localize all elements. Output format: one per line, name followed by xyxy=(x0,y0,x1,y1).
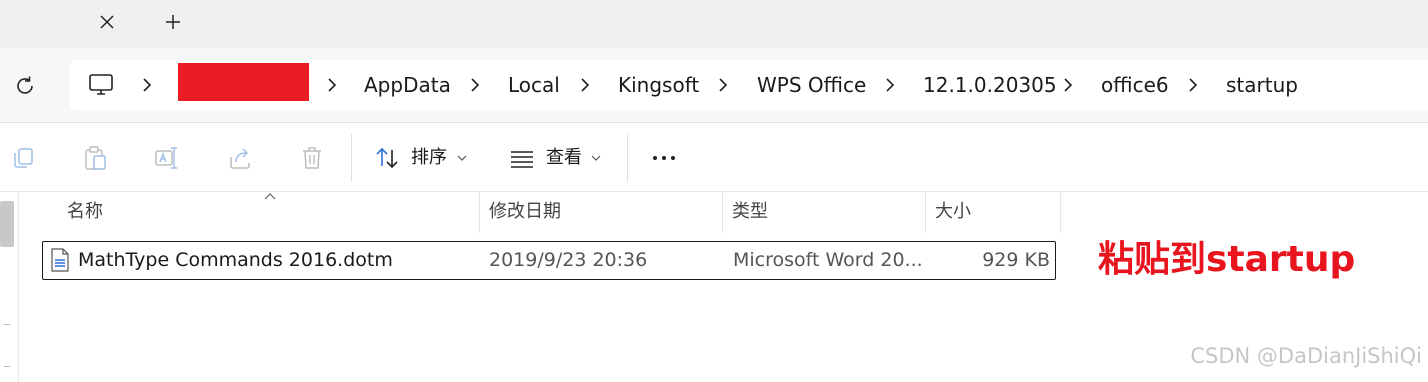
column-headers: 名称 修改日期 类型 大小 xyxy=(19,191,1061,233)
column-header-size[interactable]: 大小 xyxy=(927,191,1059,233)
chevron-right-icon[interactable] xyxy=(469,78,481,92)
redacted-user-folder[interactable] xyxy=(178,63,309,101)
file-size: 929 KB xyxy=(982,249,1050,271)
delete-icon[interactable] xyxy=(299,145,325,171)
rename-icon[interactable] xyxy=(154,145,180,171)
close-icon xyxy=(100,15,114,29)
annotation-text: 粘贴到startup xyxy=(1098,239,1356,280)
file-name: MathType Commands 2016.dotm xyxy=(78,249,393,271)
column-header-type-label: 类型 xyxy=(732,201,768,222)
column-header-modified[interactable]: 修改日期 xyxy=(481,191,721,233)
file-modified: 2019/9/23 20:36 xyxy=(489,249,648,271)
breadcrumb-local[interactable]: Local xyxy=(508,72,560,98)
chevron-right-icon[interactable] xyxy=(1187,78,1199,92)
column-divider[interactable] xyxy=(479,191,480,233)
separator xyxy=(351,134,352,182)
file-type: Microsoft Word 20... xyxy=(733,249,923,271)
column-header-size-label: 大小 xyxy=(935,201,971,222)
scrollbar-thumb[interactable] xyxy=(0,201,14,247)
address-row: AppData Local Kingsoft WPS Office 12.1.0… xyxy=(0,48,1428,123)
file-row[interactable]: MathType Commands 2016.dotm 2019/9/23 20… xyxy=(42,241,1056,280)
chevron-down-icon[interactable] xyxy=(457,154,467,162)
chevron-right-icon[interactable] xyxy=(1062,78,1074,92)
share-icon[interactable] xyxy=(227,145,253,171)
view-icon[interactable] xyxy=(509,145,535,171)
column-header-type[interactable]: 类型 xyxy=(724,191,924,233)
paste-icon[interactable] xyxy=(82,145,108,171)
refresh-icon xyxy=(17,76,33,94)
breadcrumb-startup[interactable]: startup xyxy=(1226,72,1298,98)
sort-button[interactable]: 排序 xyxy=(411,146,447,170)
breadcrumb-appdata[interactable]: AppData xyxy=(364,72,451,98)
breadcrumb-version[interactable]: 12.1.0.20305 xyxy=(923,72,1057,98)
chevron-right-icon[interactable] xyxy=(884,78,896,92)
watermark: CSDN @DaDianJiShiQi xyxy=(1190,344,1422,368)
column-header-name[interactable]: 名称 xyxy=(59,191,479,233)
chevron-right-icon[interactable] xyxy=(579,78,591,92)
command-bar: 排序 查看 xyxy=(0,123,1428,192)
column-header-modified-label: 修改日期 xyxy=(489,201,561,222)
word-template-file-icon xyxy=(51,248,69,272)
nav-marker xyxy=(4,366,10,367)
close-tab-button[interactable] xyxy=(94,9,120,35)
separator xyxy=(627,134,628,182)
nav-marker xyxy=(4,324,10,325)
chevron-right-icon[interactable] xyxy=(141,78,153,92)
plus-icon xyxy=(166,15,180,29)
computer-icon[interactable] xyxy=(88,73,114,97)
refresh-button[interactable] xyxy=(12,73,38,99)
chevron-right-icon[interactable] xyxy=(326,78,338,92)
address-bar[interactable]: AppData Local Kingsoft WPS Office 12.1.0… xyxy=(70,60,1428,110)
sort-icon[interactable] xyxy=(374,145,400,171)
breadcrumb-wps-office[interactable]: WPS Office xyxy=(757,72,866,98)
copy-icon[interactable] xyxy=(10,145,36,171)
tab-strip xyxy=(0,0,1428,48)
chevron-right-icon[interactable] xyxy=(717,78,729,92)
column-divider[interactable] xyxy=(1060,191,1061,233)
view-button[interactable]: 查看 xyxy=(546,146,582,170)
more-icon[interactable] xyxy=(651,145,677,171)
breadcrumb-kingsoft[interactable]: Kingsoft xyxy=(618,72,699,98)
column-divider[interactable] xyxy=(722,191,723,233)
breadcrumb-office6[interactable]: office6 xyxy=(1101,72,1169,98)
column-header-name-label: 名称 xyxy=(67,201,103,222)
chevron-down-icon[interactable] xyxy=(591,154,601,162)
navigation-pane[interactable] xyxy=(0,191,19,382)
column-divider[interactable] xyxy=(925,191,926,233)
new-tab-button[interactable] xyxy=(160,9,186,35)
